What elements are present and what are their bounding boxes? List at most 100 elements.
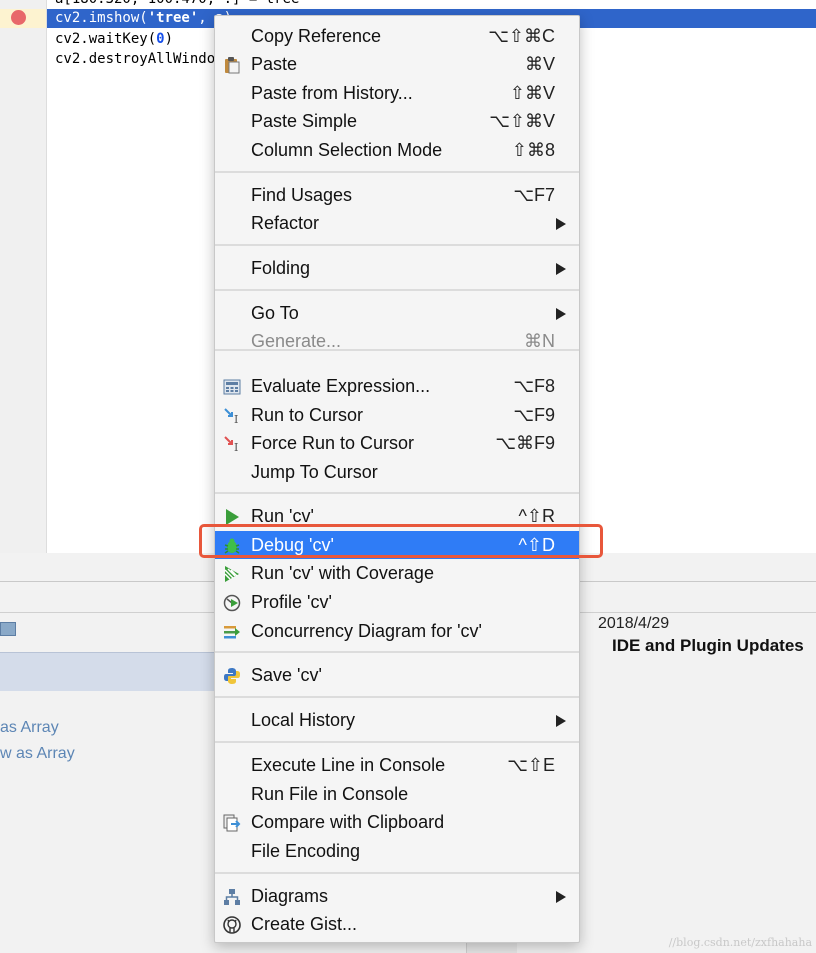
menu-item-local-history[interactable]: Local History bbox=[215, 706, 579, 734]
menu-item-shortcut: ⌥⇧E bbox=[507, 755, 555, 775]
menu-item-paste-from-history[interactable]: Paste from History... ⇧⌘V bbox=[215, 79, 579, 107]
run-to-cursor-icon: I bbox=[223, 407, 241, 426]
compare-icon bbox=[223, 814, 241, 832]
submenu-arrow-icon bbox=[556, 715, 566, 727]
menu-item-label: Create Gist... bbox=[251, 914, 358, 934]
menu-item-compare-with-clipboard[interactable]: Compare with Clipboard bbox=[215, 808, 579, 836]
menu-item-run-to-cursor[interactable]: I Run to Cursor ⌥F9 bbox=[215, 401, 579, 429]
menu-item-label: Concurrency Diagram for 'cv' bbox=[251, 621, 482, 641]
menu-item-label: File Encoding bbox=[251, 841, 361, 861]
menu-item-label: Paste Simple bbox=[251, 111, 358, 131]
menu-item-shortcut: ⌥F8 bbox=[513, 376, 555, 396]
svg-text:I: I bbox=[234, 441, 238, 453]
menu-item-diagrams[interactable]: Diagrams bbox=[215, 882, 579, 910]
menu-item-generate[interactable]: Generate... ⌘N bbox=[215, 327, 579, 355]
menu-item-shortcut: ⌥F7 bbox=[513, 185, 555, 205]
menu-item-folding[interactable]: Folding bbox=[215, 254, 579, 282]
menu-item-label: Copy Reference bbox=[251, 26, 382, 46]
menu-item-shortcut: ⇧⌘V bbox=[509, 83, 555, 103]
menu-item-shortcut: ⌘N bbox=[524, 331, 555, 351]
menu-item-shortcut: ⇧⌘8 bbox=[511, 140, 555, 160]
menu-separator bbox=[215, 244, 579, 246]
menu-item-shortcut: ⌥⇧⌘C bbox=[488, 26, 555, 46]
clipboard-icon bbox=[223, 56, 241, 74]
editor-context-menu: Copy Reference ⌥⇧⌘C Paste ⌘V Paste from Hist… bbox=[214, 15, 580, 943]
menu-item-find-usages[interactable]: Find Usages ⌥F7 bbox=[215, 181, 579, 209]
menu-item-execute-line-in-console[interactable]: Execute Line in Console ⌥⇧E bbox=[215, 751, 579, 779]
menu-item-create-gist[interactable]: Create Gist... bbox=[215, 910, 579, 938]
variables-header-row[interactable] bbox=[0, 652, 214, 691]
menu-item-label: Run 'cv' with Coverage bbox=[251, 563, 434, 583]
code-token: cv2.imshow( bbox=[55, 10, 148, 26]
menu-item-label: Save 'cv' bbox=[251, 665, 322, 685]
view-as-array-link[interactable]: as Array bbox=[0, 719, 59, 737]
debug-callout-box bbox=[199, 524, 603, 558]
diagram-icon bbox=[223, 888, 241, 906]
menu-item-label: Folding bbox=[251, 258, 311, 278]
code-token: ) bbox=[164, 31, 174, 47]
menu-separator bbox=[215, 651, 579, 653]
code-string-token: 'tree' bbox=[147, 10, 199, 26]
code-line-waitkey[interactable]: cv2.waitKey(0) bbox=[55, 30, 173, 48]
menu-item-column-selection-mode[interactable]: Column Selection Mode ⇧⌘8 bbox=[215, 136, 579, 164]
menu-item-label: Evaluate Expression... bbox=[251, 376, 431, 396]
menu-item-profile-cv[interactable]: Profile 'cv' bbox=[215, 588, 579, 616]
event-log-title[interactable]: IDE and Plugin Updates bbox=[612, 636, 804, 656]
menu-item-label: Column Selection Mode bbox=[251, 140, 443, 160]
python-icon bbox=[223, 667, 241, 685]
menu-item-jump-to-cursor[interactable]: Jump To Cursor bbox=[215, 458, 579, 486]
menu-item-label: Refactor bbox=[251, 213, 320, 233]
menu-item-label: Compare with Clipboard bbox=[251, 812, 445, 832]
menu-item-file-encoding[interactable]: File Encoding bbox=[215, 837, 579, 865]
menu-item-paste-simple[interactable]: Paste Simple ⌥⇧⌘V bbox=[215, 107, 579, 135]
menu-item-shortcut: ⌥⌘F9 bbox=[495, 433, 555, 453]
profile-icon bbox=[223, 594, 241, 612]
menu-item-go-to[interactable]: Go To bbox=[215, 299, 579, 327]
menu-item-run-cv-with-coverage[interactable]: Run 'cv' with Coverage bbox=[215, 559, 579, 587]
svg-text:I: I bbox=[234, 413, 238, 425]
editor-gutter[interactable] bbox=[0, 0, 47, 553]
menu-item-label: Local History bbox=[251, 710, 356, 730]
menu-item-evaluate-expression[interactable]: Evaluate Expression... ⌥F8 bbox=[215, 372, 579, 400]
menu-item-save-cv[interactable]: Save 'cv' bbox=[215, 661, 579, 689]
code-number-token: 0 bbox=[156, 31, 165, 47]
menu-item-force-run-to-cursor[interactable]: I Force Run to Cursor ⌥⌘F9 bbox=[215, 429, 579, 457]
menu-item-label: Jump To Cursor bbox=[251, 462, 378, 482]
breakpoint-icon[interactable] bbox=[11, 10, 26, 25]
menu-item-label: Paste from History... bbox=[251, 83, 413, 103]
menu-item-refactor[interactable]: Refactor bbox=[215, 209, 579, 237]
menu-item-paste[interactable]: Paste ⌘V bbox=[215, 50, 579, 78]
code-token: cv2.waitKey( bbox=[55, 31, 157, 47]
menu-item-label: Profile 'cv' bbox=[251, 592, 332, 612]
submenu-arrow-icon bbox=[556, 891, 566, 903]
menu-separator bbox=[215, 696, 579, 698]
menu-item-label: Generate... bbox=[251, 331, 342, 351]
menu-item-shortcut: ⌘V bbox=[524, 54, 555, 74]
event-log-date: 2018/4/29 bbox=[598, 615, 670, 632]
menu-separator bbox=[215, 492, 579, 494]
menu-item-copy-reference[interactable]: Copy Reference ⌥⇧⌘C bbox=[215, 22, 579, 50]
menu-item-run-file-in-console[interactable]: Run File in Console bbox=[215, 780, 579, 808]
submenu-arrow-icon bbox=[556, 218, 566, 230]
code-line-imshow[interactable]: cv2.imshow('tree', a) bbox=[55, 9, 232, 27]
frames-table-icon[interactable] bbox=[0, 622, 16, 636]
menu-item-shortcut: ⌥F9 bbox=[513, 405, 555, 425]
menu-item-label: Run File in Console bbox=[251, 784, 409, 804]
menu-item-label: Force Run to Cursor bbox=[251, 433, 415, 453]
menu-item-label: Run to Cursor bbox=[251, 405, 364, 425]
watermark-text: //blog.csdn.net/zxfhahaha bbox=[668, 936, 812, 949]
menu-separator bbox=[215, 171, 579, 173]
view-as-array-link[interactable]: w as Array bbox=[0, 745, 75, 763]
menu-item-label: Find Usages bbox=[251, 185, 353, 205]
menu-separator bbox=[215, 289, 579, 291]
github-icon bbox=[223, 916, 241, 934]
submenu-arrow-icon bbox=[556, 308, 566, 320]
force-run-to-cursor-icon: I bbox=[223, 435, 241, 454]
menu-separator bbox=[215, 741, 579, 743]
code-line-slice[interactable]: a[180:320, 100:470, :] = tree bbox=[55, 0, 299, 8]
menu-item-concurrency-diagram-for-cv[interactable]: Concurrency Diagram for 'cv' bbox=[215, 617, 579, 645]
menu-separator bbox=[215, 872, 579, 874]
menu-item-label: Diagrams bbox=[251, 886, 329, 906]
coverage-icon bbox=[223, 565, 241, 583]
menu-item-shortcut: ⌥⇧⌘V bbox=[489, 111, 555, 131]
